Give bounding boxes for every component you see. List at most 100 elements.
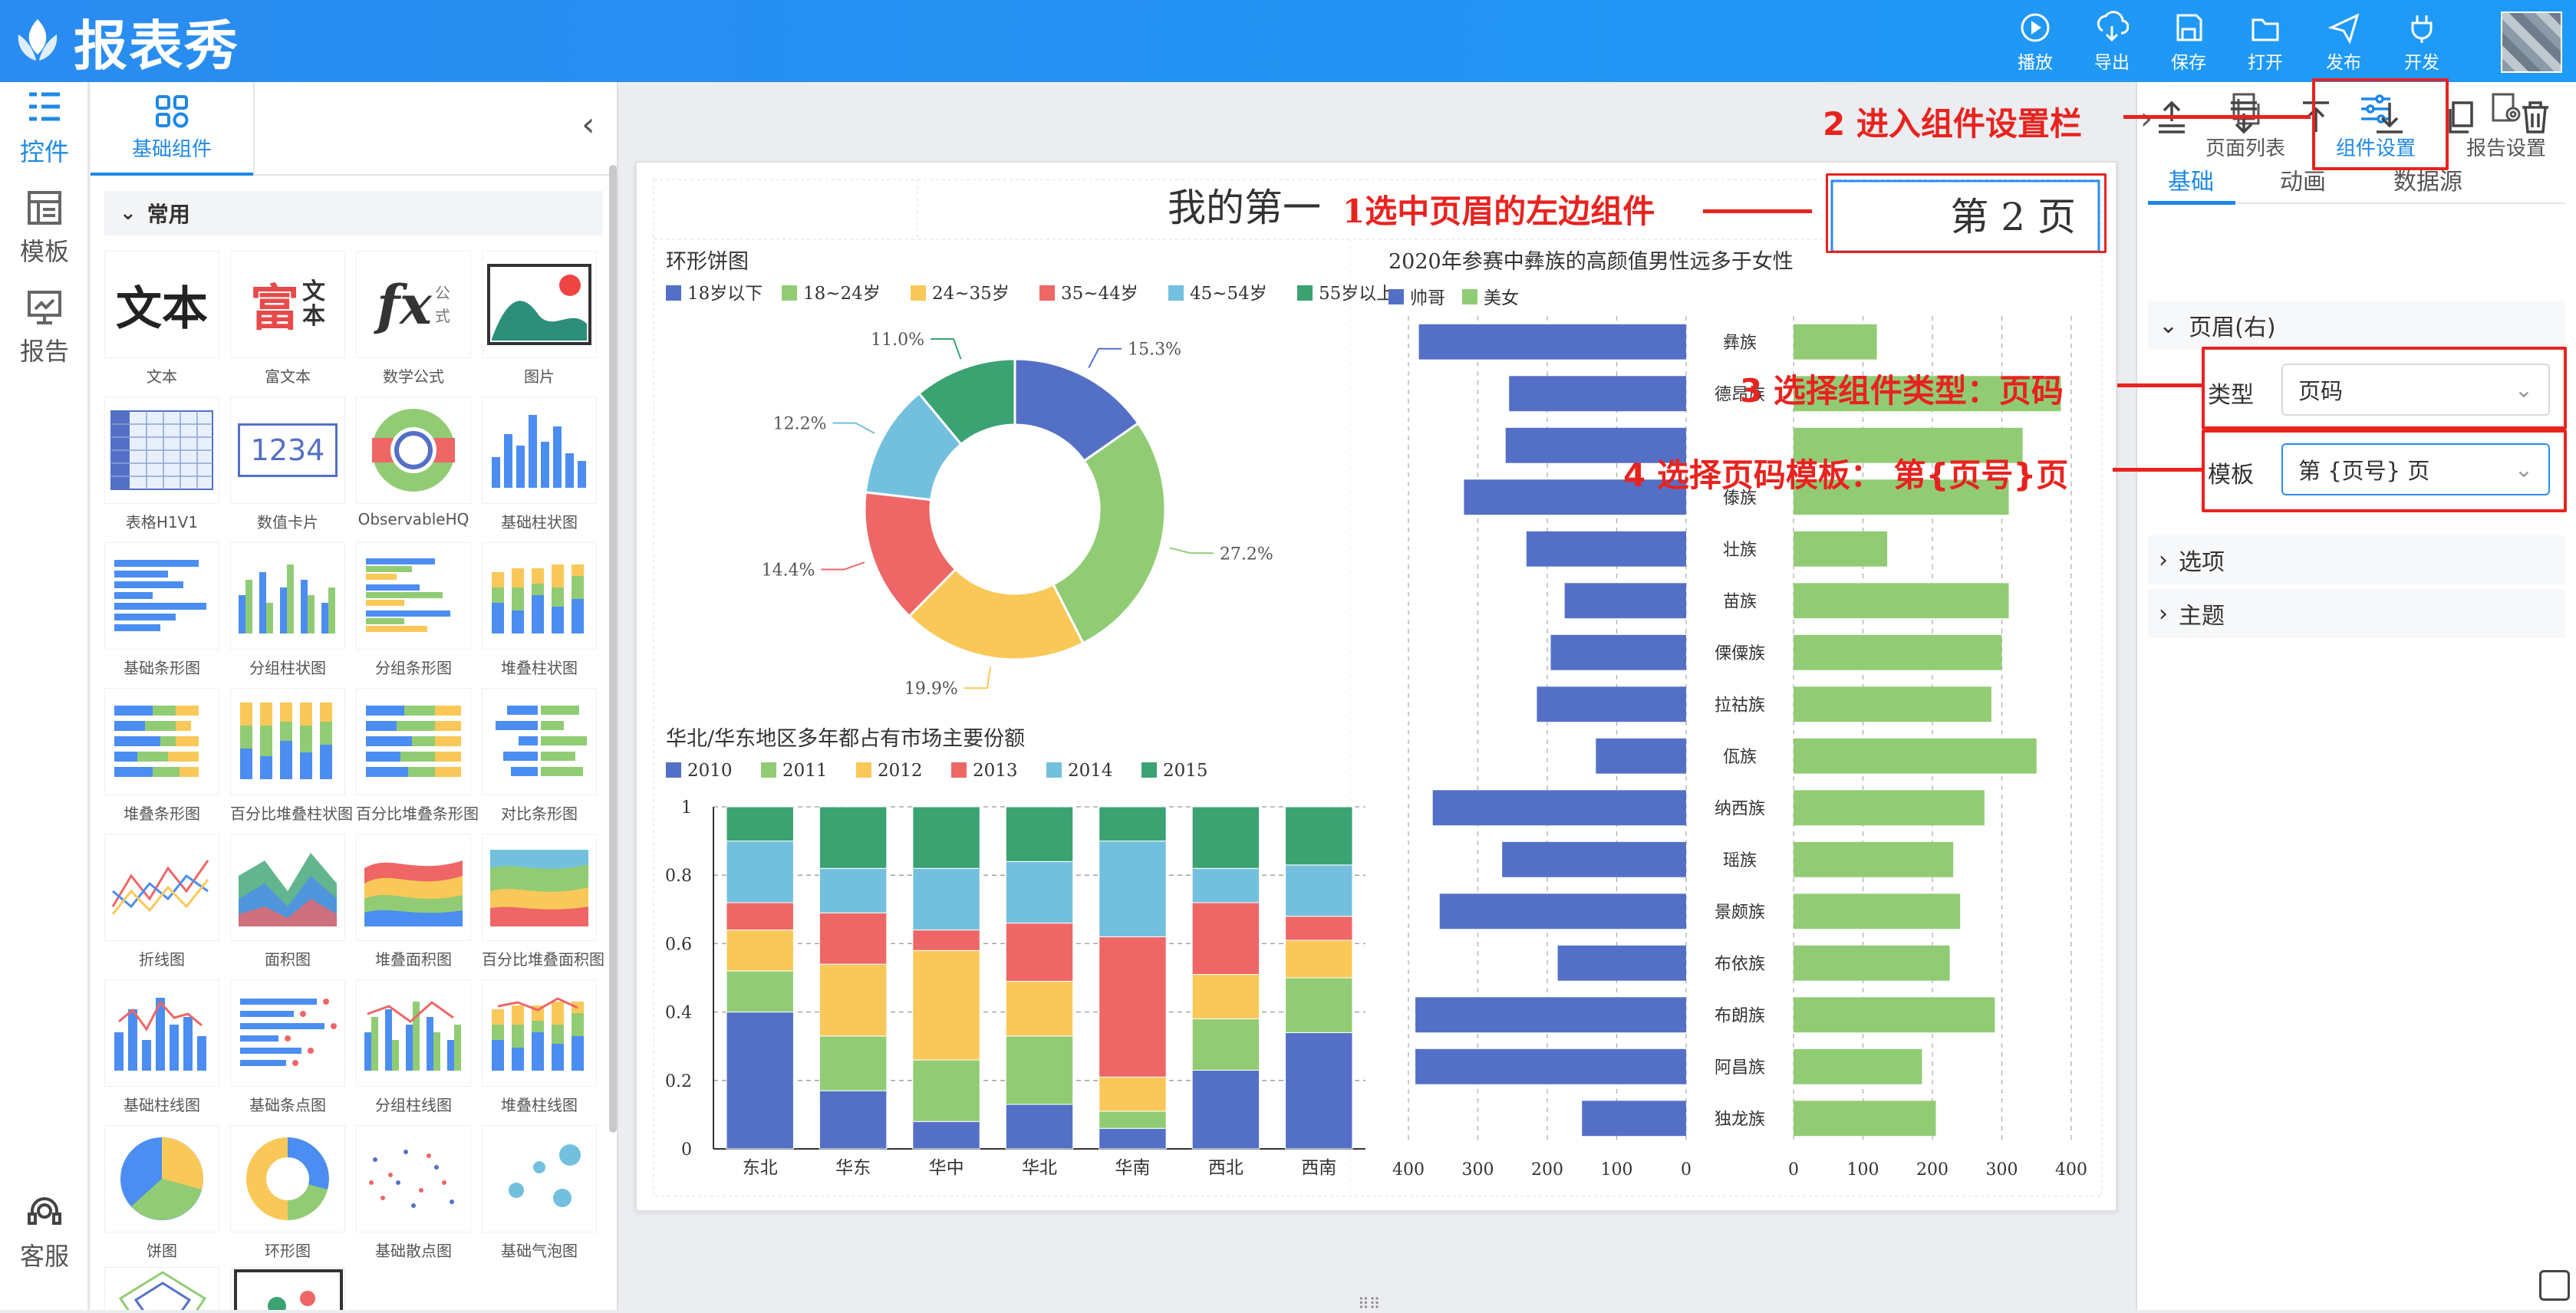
component-tile[interactable]: 基础条点图	[230, 979, 345, 1115]
component-tile[interactable]: 百分比堆叠条形图	[356, 688, 479, 824]
chevron-right-icon: ›	[2159, 600, 2168, 627]
toolbar-button-play[interactable]: 播放	[2001, 11, 2070, 75]
component-tile[interactable]: 分组条形图	[356, 542, 471, 678]
nav-templates[interactable]: 模板	[0, 182, 89, 274]
donut-legend-swatch	[1297, 285, 1313, 301]
nav-widgets[interactable]: 控件	[0, 82, 89, 174]
stacked-bar-segment	[1005, 980, 1074, 1037]
line-chart-thumb-icon	[111, 860, 209, 915]
section-title: 主题	[2179, 603, 2225, 630]
donut-legend-label: 18~24岁	[803, 284, 881, 304]
compare-x-tick-left: 100	[1601, 1160, 1633, 1180]
component-tile[interactable]: 环形图	[230, 1125, 345, 1261]
collapse-right-icon[interactable]: ›	[2140, 101, 2153, 137]
compare-bar-left	[1502, 841, 1686, 877]
observable-icon	[372, 409, 455, 492]
right-panel	[2136, 82, 2576, 1310]
nav-reports[interactable]: 报告	[0, 281, 89, 373]
component-thumb	[230, 542, 345, 650]
component-tile[interactable]: 分组柱线图	[356, 979, 471, 1115]
component-tile[interactable]: 堆叠柱线图	[482, 979, 597, 1115]
component-tile[interactable]: 富文本富文本	[230, 251, 345, 387]
radar-tile-partial[interactable]	[104, 1267, 219, 1310]
component-tile[interactable]: 对比条形图	[482, 688, 597, 824]
compare-category-label: 彝族	[1723, 334, 1757, 353]
component-label: 富文本	[265, 367, 311, 386]
toolbar-button-folder[interactable]: 打开	[2231, 11, 2300, 75]
image-tile-partial[interactable]	[230, 1267, 345, 1310]
component-tile[interactable]: 堆叠柱状图	[482, 542, 597, 678]
compare-x-tick-left: 300	[1462, 1160, 1494, 1180]
tab-basic-components[interactable]: 基础组件	[91, 82, 253, 176]
app-logo[interactable]: 报表秀	[11, 8, 239, 77]
component-tile[interactable]: 基础条形图	[104, 542, 219, 678]
component-tile[interactable]: 图片	[482, 251, 597, 387]
stacked-bar-segment	[1005, 1104, 1074, 1150]
component-tile[interactable]: 1234 数值卡片	[230, 397, 345, 532]
donut-slice-label: 19.9%	[904, 680, 958, 699]
stacked-bar-segment	[1191, 806, 1260, 869]
compare-category-label: 壮族	[1723, 541, 1757, 560]
component-tile[interactable]: ObservableHQ	[356, 397, 471, 528]
subtab-basic[interactable]: 基础	[2168, 163, 2214, 196]
nav-label: 控件	[19, 137, 69, 166]
toolbar-button-send[interactable]: 发布	[2309, 11, 2378, 75]
stacked-legend-label: 2012	[878, 761, 923, 781]
component-tile[interactable]: 面积图	[230, 834, 345, 969]
component-label: 面积图	[265, 950, 311, 969]
component-tile[interactable]: 堆叠面积图	[356, 834, 471, 969]
component-tile[interactable]: 堆叠条形图	[104, 688, 219, 824]
component-tile[interactable]: 基础散点图	[356, 1125, 471, 1261]
component-label: 基础条点图	[249, 1096, 326, 1114]
section-theme[interactable]: › 主题	[2148, 589, 2565, 638]
toolbar-button-save[interactable]: 保存	[2154, 11, 2223, 75]
component-scrollbar[interactable]	[609, 165, 617, 1133]
resize-handle[interactable]: ⠿⠿	[1358, 1295, 1380, 1313]
component-tile[interactable]: 饼图	[104, 1125, 219, 1261]
stacked-bar-segment	[1005, 861, 1074, 924]
section-header-right[interactable]: ⌄ 页眉(右)	[2148, 301, 2565, 350]
fullscreen-icon[interactable]	[2539, 1270, 2570, 1301]
section-options[interactable]: › 选项	[2148, 535, 2565, 584]
stacked-bar-segment	[1285, 940, 1353, 979]
delete-icon[interactable]	[2516, 98, 2555, 137]
component-label: 表格H1V1	[125, 513, 199, 531]
component-tile[interactable]: 百分比堆叠面积图	[482, 834, 604, 969]
toolbar-button-plug[interactable]: 开发	[2387, 11, 2456, 75]
user-avatar[interactable]	[2501, 12, 2562, 73]
toolbar-label: 导出	[2094, 53, 2130, 73]
component-tile[interactable]: fx 公式数学公式	[356, 251, 471, 387]
compare-bar-right	[1794, 531, 1888, 567]
compare-legend-swatch	[1388, 289, 1404, 304]
stacked-legend-label: 2011	[782, 761, 828, 781]
component-tile[interactable]: 分组柱状图	[230, 542, 345, 678]
component-tile[interactable]: 折线图	[104, 834, 219, 969]
nav-support[interactable]: 客服	[0, 1186, 89, 1278]
report-header-left: 我的第一	[1168, 186, 1321, 230]
annotation-box-header-component	[1826, 173, 2107, 253]
compare-x-tick-right: 200	[1916, 1160, 1948, 1180]
component-thumb	[356, 834, 471, 941]
stacked-bar-segment	[1099, 1127, 1167, 1150]
stacked-bar-segment	[1285, 977, 1353, 1033]
stacked-bar-segment	[819, 867, 888, 913]
chevron-down-icon: ⌄	[2159, 311, 2179, 339]
annotation-3: 3 选择组件类型：页码	[1740, 372, 2064, 410]
component-tile[interactable]: 基础柱线图	[104, 979, 219, 1115]
component-thumb	[356, 688, 471, 795]
compare-category-label: 景颇族	[1715, 903, 1765, 922]
component-thumb	[356, 542, 471, 650]
annotation-box-template	[2202, 429, 2567, 512]
donut-slice-label: 27.2%	[1220, 545, 1273, 564]
component-tile[interactable]: 基础柱状图	[482, 397, 597, 532]
report-page[interactable]: 我的第一第 2 页 1选中页眉的左边组件 环形饼图 18岁以下 18~24岁 24~35岁…	[635, 161, 2117, 1212]
component-tile[interactable]: 百分比堆叠柱状图	[230, 688, 353, 824]
component-tile[interactable]: 表格H1V1	[104, 397, 219, 532]
donut-label-leader	[964, 666, 992, 689]
stacked-bar-segment	[726, 930, 794, 972]
category-header-common[interactable]: ⌄ 常用	[104, 191, 603, 235]
component-tile[interactable]: 文本 文本	[104, 251, 219, 387]
collapse-left-icon[interactable]: ‹	[581, 105, 595, 144]
component-tile[interactable]: 基础气泡图	[482, 1125, 597, 1261]
toolbar-button-export[interactable]: 导出	[2077, 11, 2146, 75]
